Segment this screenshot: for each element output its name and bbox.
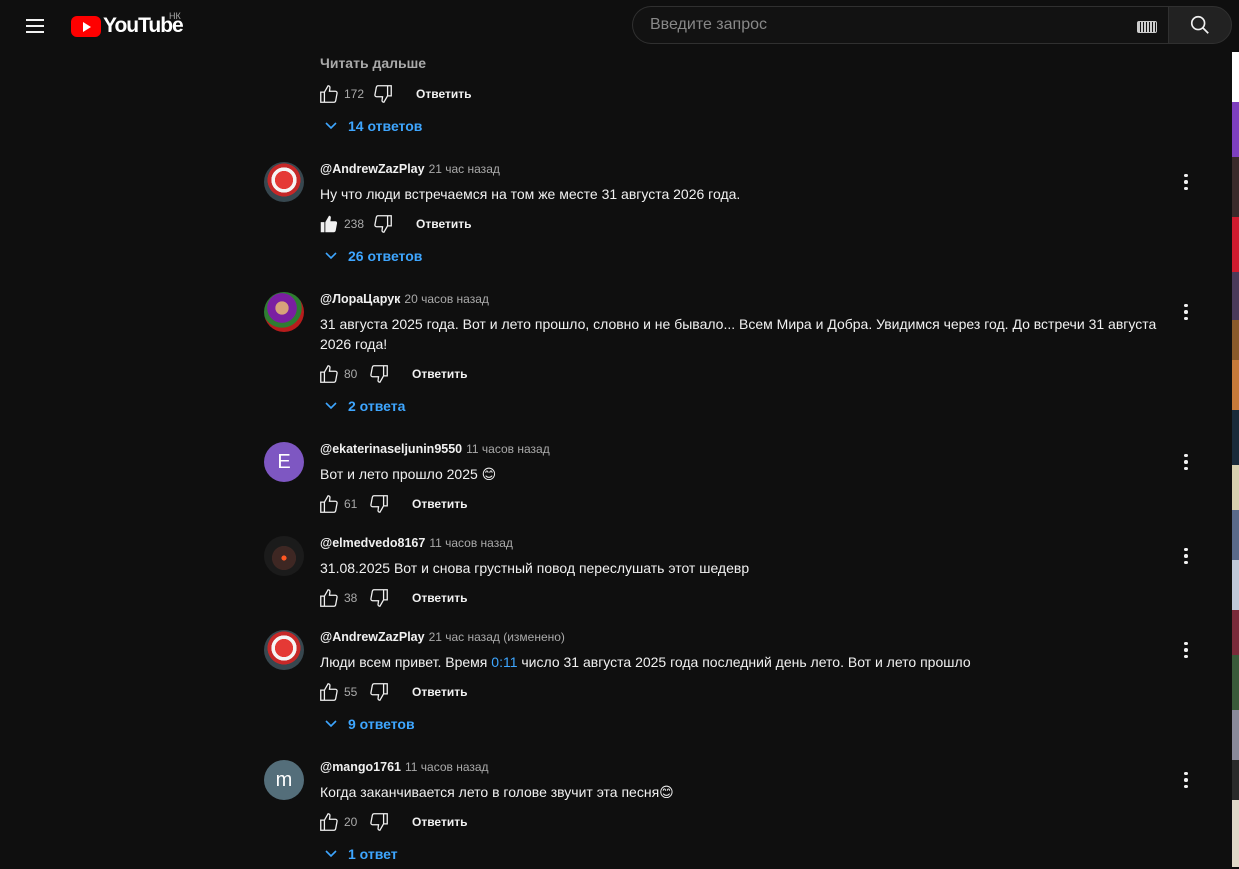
comment-text: Люди всем привет. Время 0:11 число 31 ав…: [320, 652, 1180, 672]
comment-text: Когда заканчивается лето в голове звучит…: [320, 784, 674, 800]
replies-toggle[interactable]: 1 ответ: [324, 846, 398, 862]
avatar[interactable]: m: [264, 760, 304, 800]
thumb-down-icon[interactable]: [368, 493, 390, 515]
search-box[interactable]: Введите запрос: [632, 6, 1169, 44]
comment-time[interactable]: 11 часов назад: [429, 536, 513, 550]
chevron-down-icon: [325, 720, 337, 728]
timestamp-link[interactable]: 0:11: [491, 654, 517, 670]
reply-button[interactable]: Ответить: [416, 217, 471, 231]
replies-count: 2 ответа: [348, 398, 406, 414]
avatar-letter: m: [275, 768, 293, 791]
more-options-icon[interactable]: [1174, 768, 1198, 792]
reply-button[interactable]: Ответить: [412, 497, 467, 511]
like-count: 80: [344, 367, 358, 381]
chevron-down-icon: [325, 402, 337, 410]
more-options-icon[interactable]: [1174, 300, 1198, 324]
reply-button[interactable]: Ответить: [412, 367, 467, 381]
avatar[interactable]: E: [264, 442, 304, 482]
replies-toggle[interactable]: 9 ответов: [324, 716, 415, 732]
thumb-up-icon[interactable]: [318, 493, 340, 515]
reply-button[interactable]: Ответить: [416, 87, 471, 101]
comment-text-part: число 31 августа 2025 года последний ден…: [517, 654, 971, 670]
comment-actions: 55 Ответить: [318, 680, 467, 704]
comment-time[interactable]: 21 час назад (изменено): [429, 630, 565, 644]
search-button[interactable]: [1168, 6, 1232, 44]
replies-toggle[interactable]: 26 ответов: [324, 248, 422, 264]
thumb-up-icon[interactable]: [318, 83, 340, 105]
thumb-down-icon[interactable]: [368, 587, 390, 609]
comment-author[interactable]: @elmedvedo8167: [320, 536, 425, 550]
comment-text: Вот и лето прошло 2025 😊: [320, 466, 497, 482]
more-options-icon[interactable]: [1174, 170, 1198, 194]
comment-time[interactable]: 20 часов назад: [404, 292, 488, 306]
reply-button[interactable]: Ответить: [412, 591, 467, 605]
thumb-up-icon[interactable]: [318, 363, 340, 385]
comment-actions: 38 Ответить: [318, 586, 467, 610]
reply-button[interactable]: Ответить: [412, 685, 467, 699]
like-count: 238: [344, 217, 365, 231]
replies-count: 9 ответов: [348, 716, 415, 732]
keyboard-icon[interactable]: [1137, 21, 1157, 33]
comment-author[interactable]: @mango1761: [320, 760, 401, 774]
comment-text: Ну что люди встречаемся на том же месте …: [320, 186, 741, 202]
search-input[interactable]: Введите запрос: [650, 16, 767, 34]
avatar[interactable]: [264, 162, 304, 202]
replies-count: 1 ответ: [348, 846, 398, 862]
comment-time[interactable]: 11 часов назад: [466, 442, 550, 456]
search-icon: [1190, 15, 1209, 34]
comment-text-part: Люди всем привет. Время: [320, 654, 492, 670]
thumb-down-icon[interactable]: [368, 811, 390, 833]
chevron-down-icon: [325, 252, 337, 260]
thumb-down-icon[interactable]: [368, 681, 390, 703]
thumb-up-filled-icon[interactable]: [318, 213, 340, 235]
thumb-down-icon[interactable]: [372, 213, 394, 235]
comment-time[interactable]: 11 часов назад: [405, 760, 489, 774]
thumb-up-icon[interactable]: [318, 587, 340, 609]
comment-author[interactable]: @AndrewZazPlay: [320, 630, 425, 644]
more-options-icon[interactable]: [1174, 638, 1198, 662]
replies-count: 26 ответов: [348, 248, 423, 264]
comment-actions: 80 Ответить: [318, 362, 467, 386]
read-more-link[interactable]: Читать дальше: [320, 55, 426, 71]
comment-actions: 20 Ответить: [318, 810, 467, 834]
like-count: 61: [344, 497, 358, 511]
replies-toggle[interactable]: 14 ответов: [324, 118, 422, 134]
comment-author[interactable]: @ЛораЦарук: [320, 292, 400, 306]
replies-count: 14 ответов: [348, 118, 423, 134]
related-thumbnails-strip[interactable]: [1232, 52, 1239, 869]
like-count: 20: [344, 815, 358, 829]
comment-actions: 238 Ответить: [318, 212, 471, 236]
replies-toggle[interactable]: 2 ответа: [324, 398, 405, 414]
more-options-icon[interactable]: [1174, 544, 1198, 568]
menu-icon[interactable]: [18, 10, 52, 42]
comment-text: 31 августа 2025 года. Вот и лето прошло,…: [320, 316, 1157, 352]
like-count: 55: [344, 685, 358, 699]
thumb-up-icon[interactable]: [318, 811, 340, 833]
more-options-icon[interactable]: [1174, 450, 1198, 474]
country-code: НК: [169, 11, 181, 21]
chevron-down-icon: [325, 122, 337, 130]
comment-actions: 61 Ответить: [318, 492, 467, 516]
thumb-up-icon[interactable]: [318, 681, 340, 703]
like-count: 172: [344, 87, 365, 101]
reply-button[interactable]: Ответить: [412, 815, 467, 829]
comment-text: 31.08.2025 Вот и снова грустный повод пе…: [320, 560, 750, 576]
comment-author[interactable]: @ekaterinaseljunin9550: [320, 442, 462, 456]
youtube-play-icon: [71, 15, 101, 37]
avatar-letter: E: [277, 450, 291, 473]
avatar[interactable]: [264, 292, 304, 332]
youtube-logo[interactable]: YouTube: [71, 14, 184, 38]
thumb-down-icon[interactable]: [372, 83, 394, 105]
comment-author[interactable]: @AndrewZazPlay: [320, 162, 425, 176]
thumb-down-icon[interactable]: [368, 363, 390, 385]
avatar[interactable]: [264, 536, 304, 576]
comment-actions: 172 Ответить: [318, 82, 471, 106]
masthead: YouTube НК Введите запрос: [0, 0, 1239, 52]
chevron-down-icon: [325, 850, 337, 858]
like-count: 38: [344, 591, 358, 605]
comment-time[interactable]: 21 час назад: [429, 162, 500, 176]
avatar[interactable]: [264, 630, 304, 670]
